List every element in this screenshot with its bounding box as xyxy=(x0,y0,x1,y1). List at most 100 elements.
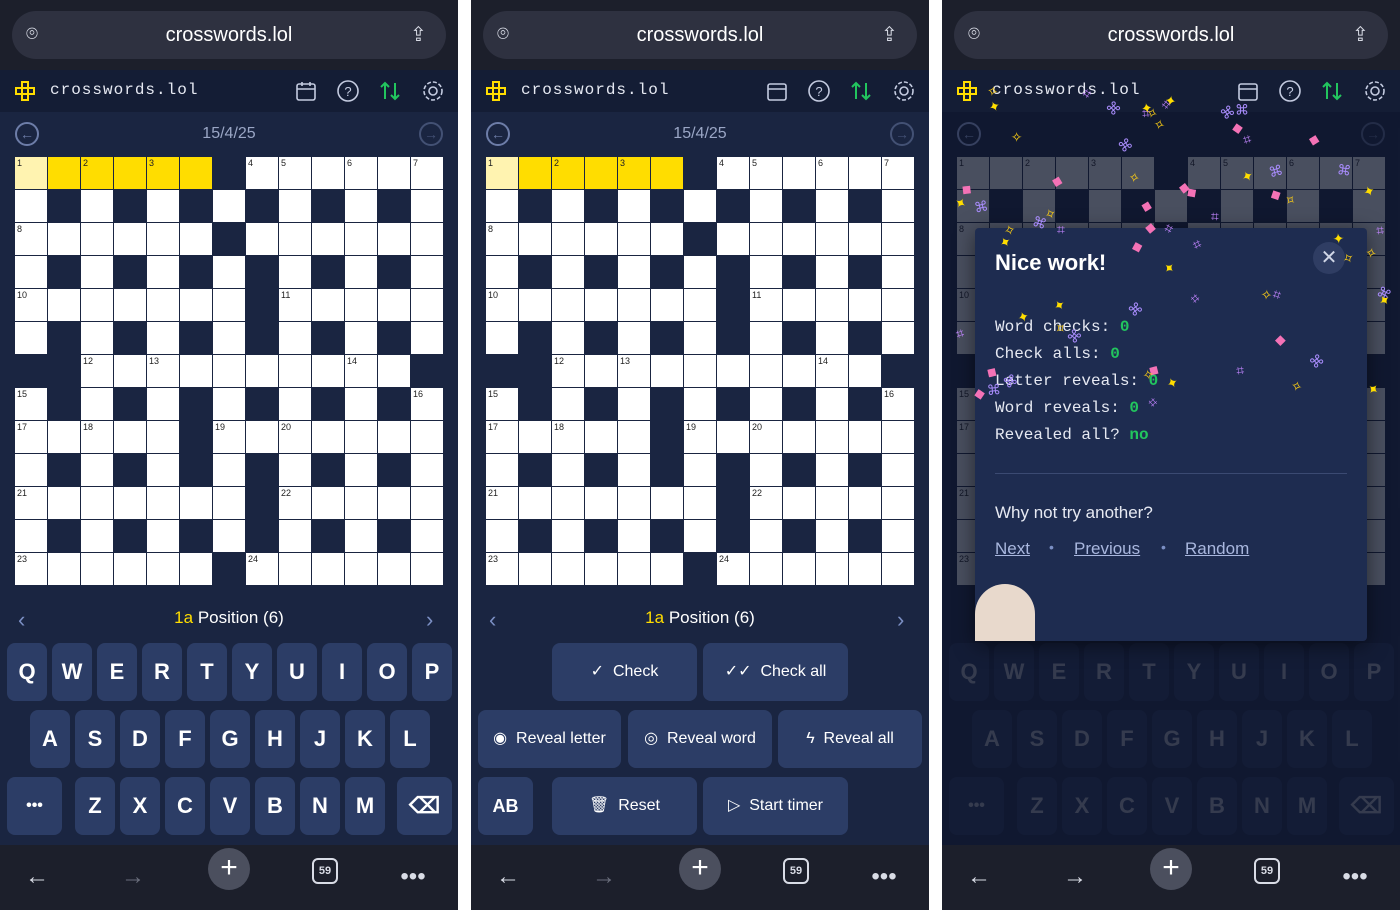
next-puzzle-button[interactable]: → xyxy=(419,122,443,146)
grid-cell[interactable] xyxy=(816,322,848,354)
grid-cell[interactable] xyxy=(552,388,584,420)
grid-cell[interactable] xyxy=(552,289,584,321)
grid-cell[interactable] xyxy=(816,223,848,255)
current-clue[interactable]: 1a Position (6) xyxy=(0,608,458,628)
grid-cell[interactable] xyxy=(147,190,179,222)
grid-cell[interactable] xyxy=(180,157,212,189)
grid-cell[interactable] xyxy=(378,421,410,453)
grid-cell[interactable] xyxy=(882,421,914,453)
grid-cell[interactable] xyxy=(618,520,650,552)
grid-cell[interactable] xyxy=(849,421,881,453)
grid-cell[interactable] xyxy=(345,256,377,288)
grid-cell[interactable] xyxy=(114,355,146,387)
grid-cell[interactable] xyxy=(213,487,245,519)
next-link[interactable]: Next xyxy=(995,539,1030,559)
calendar-icon[interactable] xyxy=(765,79,789,103)
help-icon[interactable]: ? xyxy=(336,79,360,103)
more-dots-icon[interactable]: ••• xyxy=(1337,859,1373,895)
grid-cell[interactable]: 16 xyxy=(411,388,443,420)
grid-cell[interactable] xyxy=(816,256,848,288)
grid-cell[interactable]: 6 xyxy=(345,157,377,189)
new-tab-button[interactable]: + xyxy=(1150,848,1192,890)
backspace-icon[interactable]: ⌫ xyxy=(397,777,452,835)
grid-cell[interactable] xyxy=(552,190,584,222)
grid-cell[interactable] xyxy=(882,454,914,486)
start-timer-button[interactable]: ▷ Start timer xyxy=(703,777,848,835)
grid-cell[interactable] xyxy=(618,223,650,255)
key-u[interactable]: U xyxy=(277,643,317,701)
key-l[interactable]: L xyxy=(390,710,430,768)
grid-cell[interactable]: 4 xyxy=(717,157,749,189)
grid-cell[interactable] xyxy=(585,223,617,255)
grid-cell[interactable]: 24 xyxy=(246,553,278,585)
grid-cell[interactable] xyxy=(849,157,881,189)
key-j[interactable]: J xyxy=(300,710,340,768)
grid-cell[interactable] xyxy=(147,223,179,255)
grid-cell[interactable] xyxy=(279,388,311,420)
grid-cell[interactable] xyxy=(783,289,815,321)
grid-cell[interactable] xyxy=(114,487,146,519)
key-x[interactable]: X xyxy=(120,777,160,835)
grid-cell[interactable]: 16 xyxy=(882,388,914,420)
grid-cell[interactable] xyxy=(147,487,179,519)
grid-cell[interactable] xyxy=(312,157,344,189)
grid-cell[interactable]: 5 xyxy=(750,157,782,189)
sort-arrows-icon[interactable] xyxy=(378,79,402,103)
key-h[interactable]: H xyxy=(255,710,295,768)
grid-cell[interactable] xyxy=(213,322,245,354)
grid-cell[interactable] xyxy=(411,553,443,585)
grid-cell[interactable] xyxy=(486,454,518,486)
share-icon[interactable]: ⇪ xyxy=(881,22,898,47)
grid-cell[interactable] xyxy=(48,289,80,321)
grid-cell[interactable] xyxy=(279,322,311,354)
grid-cell[interactable] xyxy=(81,223,113,255)
grid-cell[interactable] xyxy=(618,487,650,519)
key-d[interactable]: D xyxy=(120,710,160,768)
key-a[interactable]: A xyxy=(30,710,70,768)
grid-cell[interactable] xyxy=(816,289,848,321)
grid-cell[interactable]: 10 xyxy=(486,289,518,321)
grid-cell[interactable] xyxy=(684,190,716,222)
grid-cell[interactable] xyxy=(246,355,278,387)
forward-arrow-icon[interactable]: → xyxy=(586,859,622,895)
grid-cell[interactable]: 2 xyxy=(81,157,113,189)
grid-cell[interactable] xyxy=(849,355,881,387)
grid-cell[interactable]: 12 xyxy=(552,355,584,387)
grid-cell[interactable] xyxy=(684,520,716,552)
grid-cell[interactable] xyxy=(147,256,179,288)
grid-cell[interactable]: 6 xyxy=(816,157,848,189)
grid-cell[interactable] xyxy=(147,454,179,486)
grid-cell[interactable] xyxy=(585,487,617,519)
grid-cell[interactable] xyxy=(114,289,146,321)
grid-cell[interactable] xyxy=(213,454,245,486)
grid-cell[interactable] xyxy=(618,322,650,354)
key-m[interactable]: M xyxy=(345,777,385,835)
grid-cell[interactable] xyxy=(552,256,584,288)
grid-cell[interactable]: 18 xyxy=(81,421,113,453)
grid-cell[interactable] xyxy=(48,223,80,255)
grid-cell[interactable] xyxy=(411,520,443,552)
grid-cell[interactable] xyxy=(279,454,311,486)
grid-cell[interactable] xyxy=(651,289,683,321)
grid-cell[interactable] xyxy=(684,487,716,519)
grid-cell[interactable] xyxy=(378,157,410,189)
grid-cell[interactable] xyxy=(15,454,47,486)
help-icon[interactable]: ? xyxy=(1278,79,1302,103)
grid-cell[interactable]: 8 xyxy=(486,223,518,255)
grid-cell[interactable]: 14 xyxy=(816,355,848,387)
grid-cell[interactable] xyxy=(378,289,410,321)
grid-cell[interactable] xyxy=(486,322,518,354)
grid-cell[interactable] xyxy=(519,157,551,189)
grid-cell[interactable] xyxy=(717,223,749,255)
grid-cell[interactable] xyxy=(81,487,113,519)
grid-cell[interactable] xyxy=(783,223,815,255)
grid-cell[interactable]: 1 xyxy=(486,157,518,189)
grid-cell[interactable] xyxy=(486,190,518,222)
grid-cell[interactable] xyxy=(651,553,683,585)
grid-cell[interactable] xyxy=(750,355,782,387)
tabs-count-button[interactable]: 59 xyxy=(1254,858,1280,884)
key-r[interactable]: R xyxy=(142,643,182,701)
back-arrow-icon[interactable]: ← xyxy=(961,859,997,895)
grid-cell[interactable] xyxy=(882,256,914,288)
grid-cell[interactable] xyxy=(486,520,518,552)
